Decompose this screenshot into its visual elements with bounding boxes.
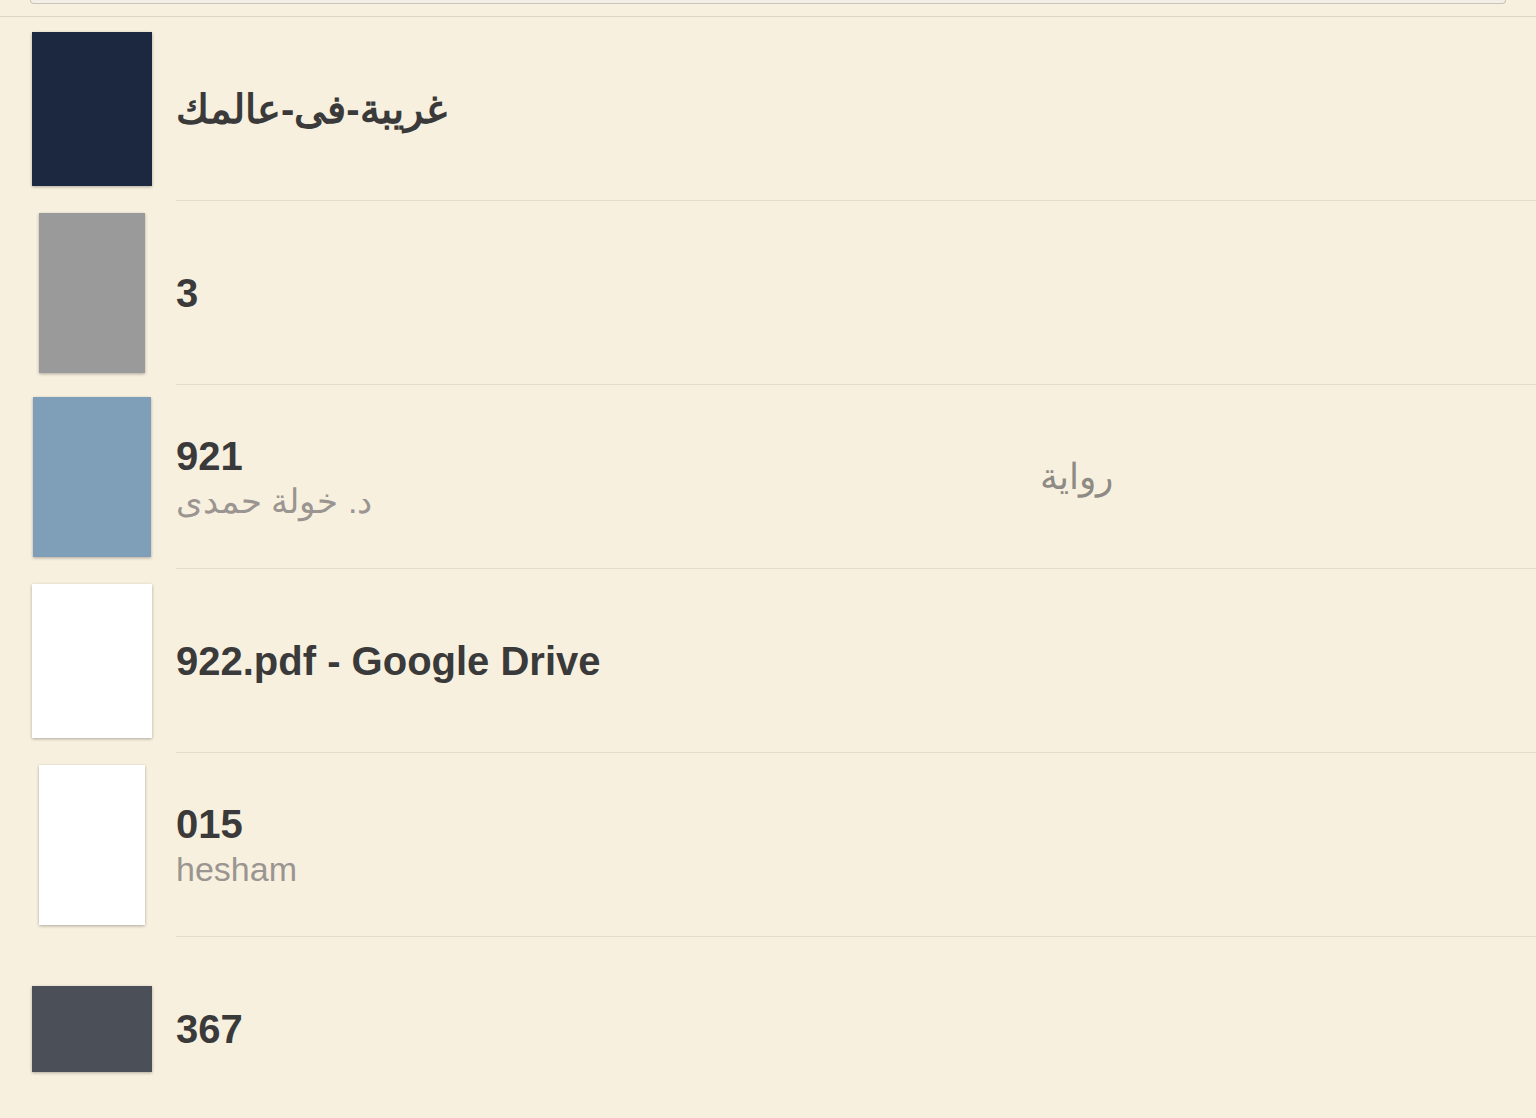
library-window: غريبة-فى-عالمك 3 921د. خولة حمدىرواية 922.p… <box>0 0 1536 1118</box>
book-cover[interactable] <box>32 32 152 186</box>
book-title: 015 <box>176 800 1040 848</box>
book-row[interactable]: 3 <box>0 201 1536 385</box>
book-author: hesham <box>176 848 1040 890</box>
book-title: 367 <box>176 1005 1040 1053</box>
cover-column <box>0 569 176 753</box>
book-row[interactable]: 367 <box>0 937 1536 1118</box>
book-list: غريبة-فى-عالمك 3 921د. خولة حمدىرواية 922.p… <box>0 17 1536 1118</box>
book-cover[interactable] <box>39 213 145 373</box>
cover-column <box>0 17 176 201</box>
book-cover[interactable] <box>32 986 152 1072</box>
book-info: 922.pdf - Google Drive <box>176 569 1536 753</box>
book-author: د. خولة حمدى <box>176 480 1040 522</box>
cover-column <box>0 753 176 937</box>
book-title: 921 <box>176 432 1040 480</box>
book-row[interactable]: 921د. خولة حمدىرواية <box>0 385 1536 569</box>
search-bar-edge <box>0 0 1536 17</box>
book-info: 015hesham <box>176 753 1536 937</box>
cover-column <box>0 385 176 569</box>
book-info: غريبة-فى-عالمك <box>176 17 1536 201</box>
book-info: 367 <box>176 937 1536 1118</box>
book-category: رواية <box>1040 455 1113 499</box>
cover-column <box>0 937 176 1118</box>
book-info: 3 <box>176 201 1536 385</box>
cover-column <box>0 201 176 385</box>
book-row[interactable]: 015hesham <box>0 753 1536 937</box>
book-cover[interactable] <box>39 765 145 925</box>
book-row[interactable]: غريبة-فى-عالمك <box>0 17 1536 201</box>
book-row[interactable]: 922.pdf - Google Drive <box>0 569 1536 753</box>
book-title: 3 <box>176 269 1040 317</box>
book-cover[interactable] <box>32 584 152 738</box>
book-title: 922.pdf - Google Drive <box>176 637 1040 685</box>
book-title: غريبة-فى-عالمك <box>176 85 1040 133</box>
book-info: 921د. خولة حمدىرواية <box>176 385 1536 569</box>
book-cover[interactable] <box>33 397 151 557</box>
